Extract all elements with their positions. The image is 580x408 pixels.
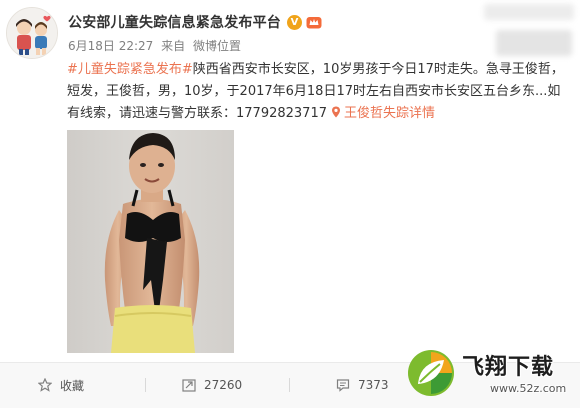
watermark-title: 飞翔下载 <box>462 355 555 380</box>
comment-icon <box>336 379 350 392</box>
watermark-url: www.52z.com <box>490 382 567 395</box>
repost-count: 27260 <box>204 378 243 392</box>
post-source[interactable]: 微博位置 <box>193 39 241 53</box>
favorite-label: 收藏 <box>60 378 85 393</box>
verified-v-icon[interactable]: V <box>287 14 302 30</box>
favorite-button[interactable]: 收藏 <box>38 375 84 395</box>
star-icon <box>38 378 52 392</box>
post-meta: 6月18日 22:27 来自 微博位置 <box>68 37 241 54</box>
author-header: 公安部儿童失踪信息紧急发布平台 V <box>68 10 322 34</box>
post-content: #儿童失踪紧急发布#陕西省西安市长安区，10岁男孩于今日17时走失。急寻王俊哲，… <box>67 59 567 125</box>
repost-icon <box>182 379 196 392</box>
author-avatar[interactable] <box>6 7 58 59</box>
comment-button[interactable]: 7373 <box>336 375 389 395</box>
leaf-logo-icon <box>408 350 454 396</box>
repost-button[interactable]: 27260 <box>182 375 242 395</box>
source-prefix: 来自 <box>161 39 186 53</box>
action-divider <box>289 378 290 392</box>
post-timestamp[interactable]: 6月18日 22:27 <box>68 39 153 53</box>
member-crown-icon[interactable] <box>306 15 322 29</box>
post-photo[interactable] <box>67 130 234 353</box>
author-name[interactable]: 公安部儿童失踪信息紧急发布平台 <box>68 12 281 32</box>
site-watermark: 飞翔下载 www.52z.com <box>404 344 580 407</box>
redacted-area <box>484 4 574 20</box>
location-pin-icon[interactable] <box>331 106 341 118</box>
detail-link[interactable]: 王俊哲失踪详情 <box>344 106 435 121</box>
redacted-area <box>496 30 572 56</box>
boy-photo-image <box>67 130 234 353</box>
comment-count: 7373 <box>358 378 389 392</box>
action-divider <box>145 378 146 392</box>
topic-hashtag[interactable]: #儿童失踪紧急发布# <box>67 62 193 77</box>
avatar-cartoon-icon <box>7 8 57 58</box>
